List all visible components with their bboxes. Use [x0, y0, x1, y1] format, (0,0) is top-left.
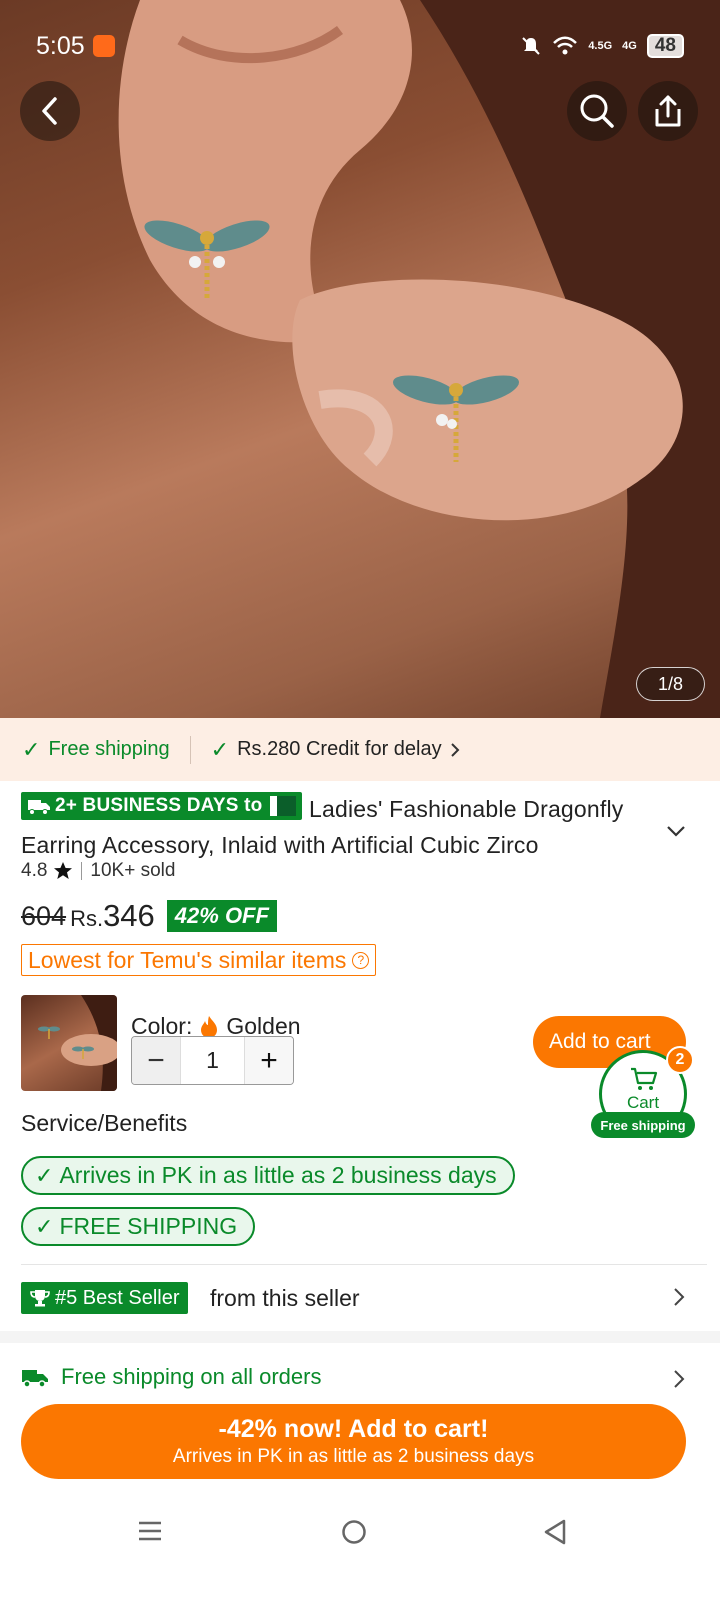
cta-sub-text: Arrives in PK in as little as 2 business…: [172, 1446, 535, 1467]
chevron-left-icon: [42, 97, 57, 125]
free-shipping-benefit-pill[interactable]: ✓ FREE SHIPPING: [21, 1207, 256, 1246]
wifi-icon: [553, 36, 578, 55]
delivery-days-badge: 2+ BUSINESS DAYS to: [21, 792, 303, 820]
cart-free-shipping-tag: Free shipping: [591, 1112, 695, 1138]
battery-icon: 48: [646, 34, 684, 58]
star-icon: [54, 862, 73, 879]
title-line-1: Ladies' Fashionable Dragonfly: [309, 796, 624, 822]
lowest-price-text: Lowest for Temu's similar items: [28, 946, 347, 973]
network-label-1: 4.5G: [588, 40, 613, 52]
from-seller-text[interactable]: from this seller: [210, 1285, 360, 1312]
product-title[interactable]: 2+ BUSINESS DAYS to Ladies' Fashionable …: [21, 791, 681, 863]
expand-title-chevron-down-icon[interactable]: [664, 819, 688, 843]
product-image-gallery[interactable]: 5:05 4.5G 4G 48 1/8: [0, 0, 720, 718]
shipping-strip[interactable]: ✓ Free shipping ✓ Rs.280 Credit for dela…: [0, 718, 720, 781]
chevron-right-icon[interactable]: [672, 1369, 686, 1389]
free-shipping-label: Free shipping: [48, 738, 170, 760]
best-seller-badge[interactable]: #5 Best Seller: [21, 1282, 188, 1314]
share-button[interactable]: [638, 81, 698, 141]
divider: [21, 1264, 707, 1265]
sale-price: 346: [103, 898, 155, 933]
status-icons: 4.5G 4G 48: [520, 34, 684, 58]
check-icon: ✓: [22, 736, 41, 762]
free-shipping-benefit-text: FREE SHIPPING: [59, 1213, 238, 1239]
cart-label: Cart: [626, 1093, 660, 1112]
trophy-icon: [30, 1290, 50, 1307]
pakistan-flag-icon: [270, 796, 297, 816]
back-button[interactable]: [20, 81, 80, 141]
sold-count: 10K+ sold: [90, 860, 176, 881]
check-icon: ✓: [210, 736, 230, 762]
lowest-price-badge[interactable]: Lowest for Temu's similar items ?: [21, 944, 377, 976]
cart-count-badge: 2: [666, 1046, 694, 1074]
image-counter: 1/8: [636, 667, 705, 701]
delay-credit-label: Rs.280 Credit for delay: [237, 738, 442, 760]
free-shipping-all-orders-row[interactable]: Free shipping on all orders: [21, 1364, 321, 1390]
shopping-cart-icon: [631, 1067, 658, 1090]
chevron-right-icon: [450, 742, 460, 757]
add-to-cart-cta-button[interactable]: -42% now! Add to cart! Arrives in PK in …: [21, 1404, 686, 1479]
recent-apps-icon[interactable]: [137, 1518, 163, 1544]
network-label-2: 4G: [622, 40, 637, 52]
back-triangle-icon[interactable]: [542, 1518, 568, 1546]
variant-thumbnail-image: [38, 995, 117, 1091]
price-row: 604 Rs. 346 42% OFF: [21, 898, 277, 934]
title-line-2: Earring Accessory, Inlaid with Artificia…: [21, 832, 539, 858]
delivery-days-text: 2+ BUSINESS DAYS to: [55, 795, 263, 816]
free-shipping-info: ✓ Free shipping: [22, 737, 170, 763]
flame-icon: [201, 1015, 218, 1038]
section-separator: [0, 1331, 720, 1343]
cta-main-text: -42% now! Add to cart!: [218, 1415, 489, 1443]
share-icon: [655, 95, 681, 127]
best-seller-text: #5 Best Seller: [55, 1286, 180, 1309]
search-icon: [580, 94, 614, 128]
arrival-benefit-pill[interactable]: ✓ Arrives in PK in as little as 2 busine…: [21, 1156, 515, 1195]
check-icon: ✓: [35, 1213, 54, 1239]
rating-score: 4.8: [21, 860, 48, 881]
app-notification-icon: [93, 35, 115, 57]
check-icon: ✓: [35, 1162, 54, 1188]
currency-symbol: Rs.: [70, 906, 104, 931]
service-benefits-title: Service/Benefits: [21, 1110, 188, 1136]
status-bar: 5:05 4.5G 4G 48: [0, 0, 720, 92]
arrival-benefit-text: Arrives in PK in as little as 2 business…: [59, 1162, 497, 1188]
search-button[interactable]: [567, 81, 627, 141]
delivery-truck-icon: [28, 800, 50, 815]
divider: [81, 862, 83, 880]
delivery-truck-icon: [22, 1370, 48, 1388]
decrease-quantity-button[interactable]: −: [132, 1037, 180, 1084]
increase-quantity-button[interactable]: +: [245, 1037, 293, 1084]
divider: [189, 735, 191, 764]
home-icon[interactable]: [340, 1518, 368, 1546]
variant-thumbnail[interactable]: [21, 995, 117, 1091]
discount-badge: 42% OFF: [166, 900, 277, 932]
chevron-right-icon[interactable]: [672, 1287, 686, 1307]
system-navigation-bar: [0, 1496, 720, 1600]
help-icon: ?: [352, 951, 370, 969]
status-time: 5:05: [36, 32, 85, 60]
delay-credit-link[interactable]: ✓ Rs.280 Credit for delay: [211, 737, 460, 763]
quantity-stepper: − 1 +: [131, 1036, 294, 1085]
quantity-value[interactable]: 1: [180, 1037, 245, 1084]
free-shipping-all-orders-text: Free shipping on all orders: [61, 1364, 322, 1389]
rating-row[interactable]: 4.8 10K+ sold: [21, 860, 175, 882]
mute-bell-icon: [522, 37, 541, 55]
original-price: 604: [21, 900, 67, 931]
